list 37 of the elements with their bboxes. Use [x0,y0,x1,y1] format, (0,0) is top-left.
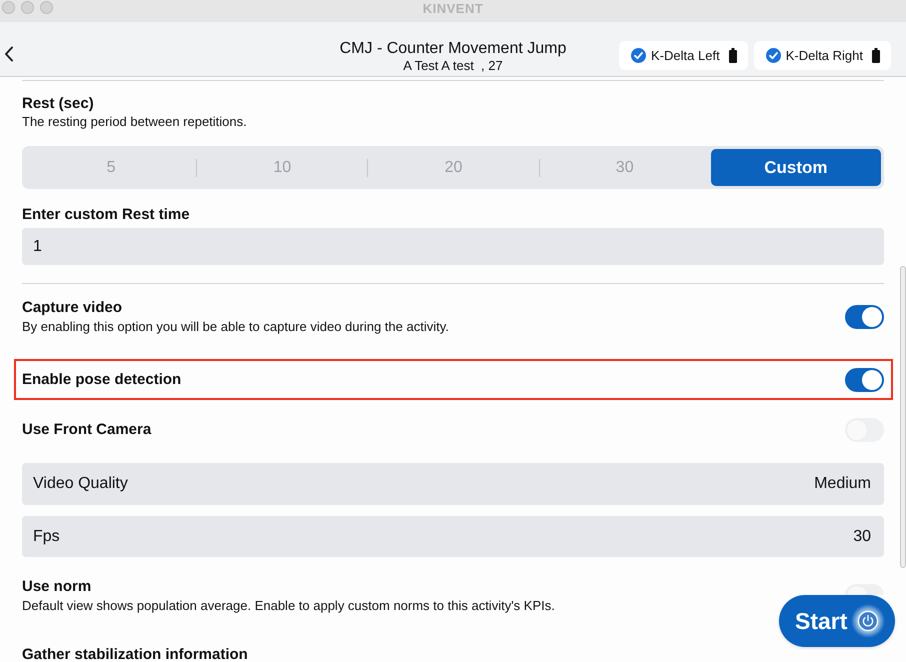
select-field[interactable]: Video Quality Medium [22,463,884,505]
battery-icon [872,48,880,63]
start-button[interactable]: Start [779,595,895,647]
toggle-switch[interactable] [845,368,884,392]
setting-title: Capture video [22,299,124,317]
window-zoom-icon[interactable] [40,0,52,14]
device-chip[interactable]: K-Delta Right [754,41,891,70]
toggle-switch[interactable] [845,305,884,329]
device-chip[interactable]: K-Delta Left [619,41,748,70]
input-field[interactable]: 1 [22,228,884,265]
back-button[interactable] [4,46,14,62]
activity-title: CMJ - Counter Movement Jump [340,39,566,58]
toggle-switch[interactable] [845,584,884,595]
field-label: Enter custom Rest time [22,206,191,224]
setting-value: 30 [853,528,871,546]
setting-description: Default view shows population average. Enable to apply custom norms to this activity's KPIs. [22,598,555,614]
setting-description: By enabling this option you will be able to capture video during the activity. [22,319,449,335]
battery-icon [728,48,737,63]
window-close-icon[interactable] [2,0,14,14]
section-description: The resting period between repetitions. [22,114,248,130]
segment-tab[interactable]: Custom [710,149,881,186]
setting-label: Fps [33,528,60,546]
check-circle-icon [631,48,646,63]
setting-label: Video Quality [33,475,128,493]
check-circle-icon [766,48,781,63]
setting-title: Use Front Camera [22,421,152,439]
athlete-subtitle: A Test A test , 27 [402,58,504,73]
select-field[interactable]: Fps 30 [22,516,884,557]
setting-title: Use norm [22,578,92,596]
back-icon [4,46,14,62]
setting-value: Medium [814,475,871,493]
window-minimize-icon[interactable] [20,0,34,14]
setting-title: Enable pose detection [22,370,182,388]
power-icon [851,604,886,638]
setting-title: Gather stabilization information [22,646,249,662]
section-title: Rest (sec) [22,95,95,113]
scrollbar-thumb[interactable] [900,266,906,568]
